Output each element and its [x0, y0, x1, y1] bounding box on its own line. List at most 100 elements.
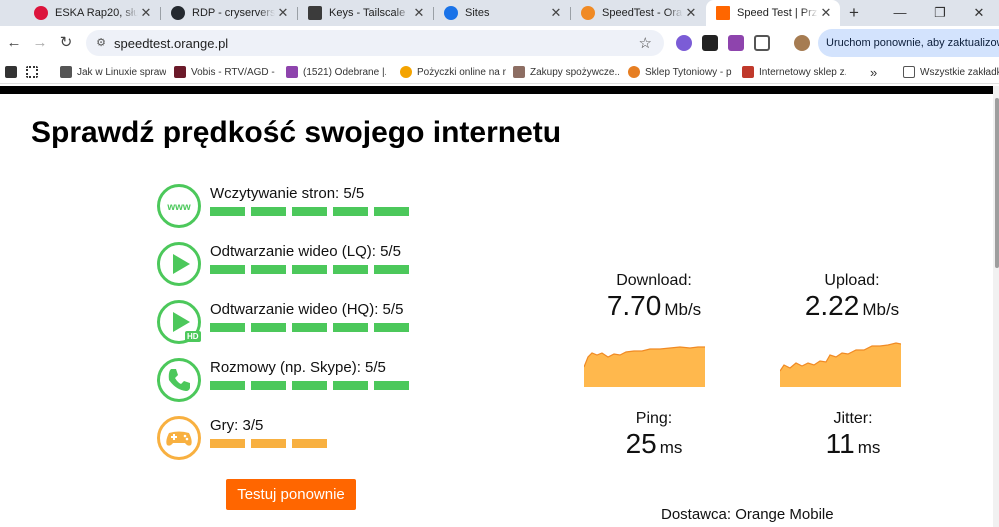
- bookmark-star-icon[interactable]: ☆: [639, 34, 652, 52]
- extension-icon[interactable]: [728, 35, 744, 51]
- provider-label: Dostawca: Orange Mobile: [661, 506, 834, 523]
- score-bars: [210, 381, 409, 390]
- url-input[interactable]: [114, 34, 614, 52]
- category-label: Rozmowy (np. Skype): 5/5: [210, 359, 386, 376]
- chevron-more-icon[interactable]: »: [870, 64, 877, 80]
- forward-icon[interactable]: →: [30, 33, 50, 53]
- play-icon: [157, 242, 201, 286]
- new-tab-button[interactable]: +: [844, 3, 864, 23]
- bookmark-item[interactable]: Vobis - RTV/AGD - i...: [174, 64, 278, 80]
- jitter-label: Jitter:: [833, 410, 873, 427]
- bookmark-item[interactable]: Internetowy sklep z...: [742, 64, 846, 80]
- tab-speedtest-active[interactable]: Speed Test | Przetestuj ✕: [706, 0, 840, 26]
- upload-unit: Mb/s: [862, 300, 900, 319]
- jitter-value: 11: [825, 428, 855, 459]
- gamepad-icon: [157, 416, 201, 460]
- score-bars: [210, 323, 409, 332]
- bookmark-item[interactable]: Zakupy spożywcze...: [513, 64, 619, 80]
- bookmarks-bar: Jak w Linuxie spraw... Vobis - RTV/AGD -…: [0, 60, 999, 84]
- svg-text:www: www: [166, 202, 191, 213]
- tab-title: SpeedTest - Orange Fl: [602, 7, 683, 19]
- update-restart-button[interactable]: Uruchom ponownie, aby zaktualizować: [818, 29, 999, 57]
- binance-icon[interactable]: [702, 35, 718, 51]
- ping-unit: ms: [659, 438, 683, 457]
- upload-metric: Upload: 2.22 Mb/s: [782, 272, 922, 322]
- tab-eska[interactable]: ESKA Rap20, słuchaj w ✕: [24, 0, 160, 26]
- close-icon[interactable]: ✕: [818, 5, 834, 21]
- close-icon[interactable]: ✕: [411, 5, 427, 21]
- extensions-puzzle-icon[interactable]: [754, 35, 770, 51]
- tab-title: Sites: [465, 7, 490, 19]
- phone-icon: [157, 358, 201, 402]
- grid-icon[interactable]: [26, 64, 43, 80]
- site-info-icon[interactable]: ⚙: [94, 36, 108, 50]
- www-icon: www: [157, 184, 201, 228]
- bookmark-label: Sklep Tytoniowy - p...: [645, 66, 732, 78]
- category-web: www Wczytywanie stron: 5/5: [157, 184, 437, 230]
- category-label: Odtwarzanie wideo (HQ): 5/5: [210, 301, 404, 318]
- ping-value: 25: [625, 428, 657, 459]
- retest-button[interactable]: Testuj ponownie: [226, 479, 356, 510]
- apps-icon[interactable]: [5, 64, 22, 80]
- restore-icon[interactable]: ❐: [920, 0, 960, 26]
- tab-tailscale[interactable]: Keys - Tailscale ✕: [298, 0, 433, 26]
- page-title: Sprawdź prędkość swojego internetu: [31, 116, 562, 149]
- ping-metric: Ping: 25 ms: [594, 410, 714, 460]
- bookmark-item[interactable]: Sklep Tytoniowy - p...: [628, 64, 732, 80]
- category-calls: Rozmowy (np. Skype): 5/5: [157, 358, 437, 404]
- close-icon[interactable]: ✕: [275, 5, 291, 21]
- jitter-metric: Jitter: 11 ms: [793, 410, 913, 460]
- upload-value: 2.22: [804, 290, 860, 321]
- category-label: Gry: 3/5: [210, 417, 264, 434]
- tailscale-icon: [308, 6, 322, 20]
- close-icon[interactable]: ✕: [683, 5, 699, 21]
- speedtest-page: Sprawdź prędkość swojego internetu www W…: [0, 94, 993, 527]
- bookmark-item[interactable]: Pożyczki online na r...: [400, 64, 506, 80]
- bookmark-label: Vobis - RTV/AGD - i...: [191, 66, 278, 78]
- close-icon[interactable]: ✕: [548, 5, 564, 21]
- extension-icon[interactable]: [676, 35, 692, 51]
- download-graph: [584, 346, 705, 387]
- tab-rdp[interactable]: RDP - cryservers/dobr ✕: [161, 0, 297, 26]
- upload-graph: [780, 342, 901, 387]
- tab-title: ESKA Rap20, słuchaj w: [55, 7, 138, 19]
- speedtest-icon: [581, 6, 595, 20]
- reload-icon[interactable]: ↻: [56, 33, 76, 53]
- close-window-icon[interactable]: ✕: [959, 0, 999, 26]
- tab-title: Speed Test | Przetestuj: [737, 7, 818, 19]
- bookmark-item[interactable]: Jak w Linuxie spraw...: [60, 64, 166, 80]
- all-bookmarks-label: Wszystkie zakładki: [920, 66, 999, 78]
- tab-bar: ESKA Rap20, słuchaj w ✕ RDP - cryservers…: [0, 0, 999, 26]
- all-bookmarks[interactable]: Wszystkie zakładki: [903, 64, 999, 80]
- category-label: Wczytywanie stron: 5/5: [210, 185, 365, 202]
- download-unit: Mb/s: [664, 300, 702, 319]
- minimize-icon[interactable]: —: [880, 0, 920, 26]
- avatar[interactable]: [794, 35, 810, 51]
- bookmark-item[interactable]: (1521) Odebrane |...: [286, 64, 386, 80]
- address-bar[interactable]: ⚙ ☆: [86, 30, 664, 56]
- tab-sites[interactable]: Sites ✕: [434, 0, 570, 26]
- flag-icon: [34, 6, 48, 20]
- back-icon[interactable]: ←: [4, 33, 24, 53]
- download-label: Download:: [616, 272, 692, 289]
- scrollbar-thumb[interactable]: [995, 98, 999, 268]
- sites-icon: [444, 6, 458, 20]
- bookmark-label: Zakupy spożywcze...: [530, 66, 619, 78]
- github-icon: [171, 6, 185, 20]
- category-video-hq: HD Odtwarzanie wideo (HQ): 5/5: [157, 300, 437, 346]
- close-icon[interactable]: ✕: [138, 5, 154, 21]
- page-top-bar: [0, 86, 993, 94]
- hd-badge: HD: [185, 331, 201, 342]
- download-value: 7.70: [606, 290, 662, 321]
- score-bars: [210, 207, 409, 216]
- category-games: Gry: 3/5: [157, 416, 437, 462]
- jitter-unit: ms: [857, 438, 881, 457]
- upload-label: Upload:: [824, 272, 880, 289]
- tab-title: RDP - cryservers/dobr: [192, 7, 275, 19]
- download-metric: Download: 7.70 Mb/s: [584, 272, 724, 322]
- ping-label: Ping:: [635, 410, 673, 427]
- bookmark-label: (1521) Odebrane |...: [303, 66, 386, 78]
- tab-speedtest-fl[interactable]: SpeedTest - Orange Fl ✕: [571, 0, 705, 26]
- orange-icon: [716, 6, 730, 20]
- bookmark-label: Pożyczki online na r...: [417, 66, 506, 78]
